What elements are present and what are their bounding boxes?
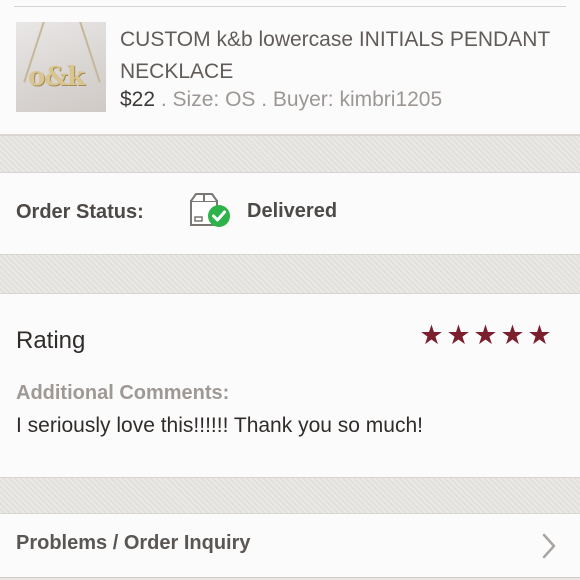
- star-icon: ★: [446, 320, 471, 351]
- star-icon: ★: [527, 320, 552, 351]
- star-icon: ★: [419, 320, 444, 351]
- chevron-right-icon: [542, 533, 556, 559]
- rating-label: Rating: [16, 327, 86, 354]
- additional-comments-label: Additional Comments:: [16, 382, 230, 404]
- divider: [14, 6, 566, 7]
- delivered-package-icon: [190, 193, 230, 227]
- section-gap: [0, 135, 580, 173]
- product-meta: $22 . Size: OS . Buyer: kimbri1205: [120, 88, 442, 112]
- section-gap: [0, 477, 580, 514]
- star-icon: ★: [473, 320, 498, 351]
- product-thumbnail[interactable]: o&k: [16, 22, 106, 112]
- product-size-buyer: . Size: OS . Buyer: kimbri1205: [155, 88, 443, 111]
- additional-comments-text: I seriously love this!!!!!! Thank you so…: [16, 414, 423, 437]
- rating-section: Rating ★ ★ ★ ★ ★ Additional Comments: I …: [0, 294, 580, 477]
- problems-order-inquiry-label: Problems / Order Inquiry: [16, 532, 251, 554]
- order-status-section: Order Status: Delivered: [0, 173, 580, 254]
- star-rating: ★ ★ ★ ★ ★: [418, 322, 553, 349]
- star-icon: ★: [500, 320, 525, 351]
- order-status-label: Order Status:: [16, 201, 144, 223]
- problems-order-inquiry-row[interactable]: Problems / Order Inquiry: [0, 514, 580, 578]
- order-status-value: Delivered: [247, 200, 338, 222]
- product-summary[interactable]: o&k CUSTOM k&b lowercase INITIALS PENDAN…: [0, 0, 580, 135]
- pendant-initials: o&k: [28, 62, 85, 92]
- section-gap: [0, 254, 580, 294]
- product-title: CUSTOM k&b lowercase INITIALS PENDANT NE…: [120, 28, 550, 83]
- product-price: $22: [120, 88, 156, 111]
